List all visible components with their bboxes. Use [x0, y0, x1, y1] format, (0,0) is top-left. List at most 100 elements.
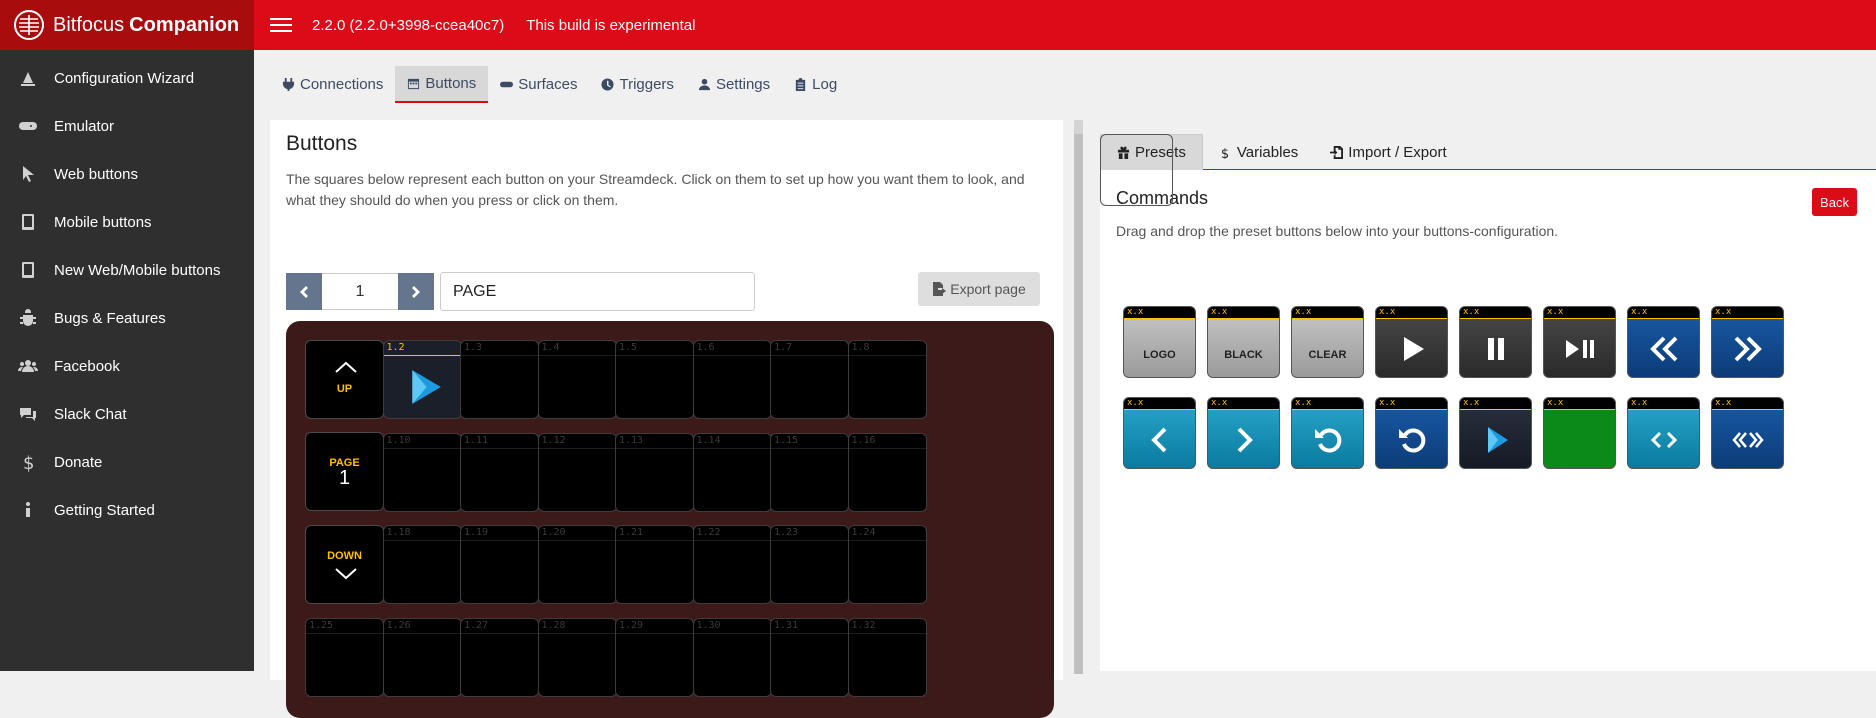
button-key[interactable]: 1.29: [615, 617, 694, 697]
button-key[interactable]: 1.15: [770, 432, 849, 512]
buttons-card: Buttons The squares below represent each…: [270, 120, 1063, 718]
button-key[interactable]: 1.31: [770, 617, 849, 697]
key-id-label: 1.22: [696, 527, 721, 538]
preset-black[interactable]: x.x BLACK: [1207, 306, 1280, 378]
hamburger-menu-icon[interactable]: [270, 14, 292, 36]
preset-play-pause[interactable]: x.x: [1543, 306, 1616, 378]
preset-id-label: x.x: [1463, 307, 1480, 317]
key-id-label: 1.19: [464, 527, 489, 538]
back-button[interactable]: Back: [1812, 188, 1857, 216]
preset-rewind-forward[interactable]: x.x: [1711, 397, 1784, 469]
tab-triggers[interactable]: Triggers: [589, 66, 685, 103]
button-key[interactable]: 1.21: [615, 525, 694, 604]
sidebar-item-mobile-buttons[interactable]: Mobile buttons: [0, 198, 254, 246]
page-up-key[interactable]: UP: [305, 340, 384, 419]
button-key[interactable]: 1.28: [537, 617, 617, 697]
tab-settings[interactable]: Settings: [686, 66, 782, 103]
brand-name: Bitfocus: [53, 13, 125, 36]
preset-pause[interactable]: x.x: [1459, 306, 1532, 378]
preset-reload[interactable]: x.x: [1375, 397, 1448, 469]
button-key[interactable]: 1.13: [615, 432, 694, 512]
prev-page-button[interactable]: [286, 273, 322, 310]
button-key[interactable]: 1.3: [460, 340, 539, 419]
page-navigator: 1 PAGE: [286, 272, 755, 311]
tab-label: Settings: [715, 76, 771, 93]
sidebar-item-label: Bugs & Features: [54, 309, 166, 327]
button-key[interactable]: 1.20: [537, 525, 617, 604]
key-id-label: 1.5: [619, 342, 638, 353]
export-label: Export page: [950, 281, 1026, 297]
next-page-button[interactable]: [398, 273, 434, 310]
sidebar-item-emulator[interactable]: Emulator: [0, 102, 254, 150]
tab-surfaces[interactable]: Surfaces: [488, 66, 589, 103]
sidebar-item-getting-started[interactable]: Getting Started: [0, 486, 254, 534]
sidebar-item-label: Emulator: [54, 117, 115, 135]
button-key[interactable]: 1.12: [537, 432, 617, 512]
button-key[interactable]: 1.14: [692, 432, 772, 512]
reload-icon: [1398, 428, 1425, 453]
button-key[interactable]: 1.25: [305, 617, 384, 697]
button-key[interactable]: 1.26: [382, 617, 462, 697]
sidebar-item-donate[interactable]: $ Donate: [0, 438, 254, 486]
preset-next[interactable]: x.x: [1207, 397, 1280, 469]
button-key[interactable]: 1.18: [382, 525, 462, 604]
button-key[interactable]: 1.6: [692, 340, 772, 419]
tab-variables[interactable]: $ Variables: [1203, 134, 1314, 170]
sidebar-item-web-buttons[interactable]: Web buttons: [0, 150, 254, 198]
sidebar-item-configuration-wizard[interactable]: Configuration Wizard: [0, 54, 254, 102]
sidebar-item-label: New Web/Mobile buttons: [54, 261, 221, 279]
button-key[interactable]: 1.32: [847, 617, 927, 697]
tab-label: Import / Export: [1348, 143, 1447, 161]
export-page-button[interactable]: Export page: [918, 272, 1040, 306]
tablet-icon: [22, 262, 34, 278]
button-key[interactable]: 1.5: [615, 340, 694, 419]
button-key[interactable]: 1.27: [460, 617, 539, 697]
preset-rewind[interactable]: x.x: [1627, 306, 1700, 378]
chevron-right-icon: [412, 285, 420, 298]
sidebar-item-slack-chat[interactable]: Slack Chat: [0, 390, 254, 438]
tab-log[interactable]: Log: [782, 66, 849, 103]
button-key[interactable]: 1.8: [847, 340, 927, 419]
sidebar-item-facebook[interactable]: Facebook: [0, 342, 254, 390]
tab-import-export[interactable]: Import / Export: [1314, 134, 1462, 170]
button-key[interactable]: 1.30: [692, 617, 772, 697]
preset-clear[interactable]: x.x CLEAR: [1291, 306, 1364, 378]
button-key[interactable]: 1.2: [382, 340, 462, 419]
page-number-key[interactable]: PAGE 1: [305, 432, 384, 511]
page-name-input[interactable]: PAGE: [440, 272, 755, 311]
button-key[interactable]: 1.24: [847, 525, 927, 604]
vertical-scrollbar[interactable]: [1074, 120, 1083, 674]
clock-icon: [601, 78, 615, 91]
preset-play[interactable]: x.x: [1375, 306, 1448, 378]
page-down-key[interactable]: DOWN: [305, 525, 384, 604]
preset-restart[interactable]: x.x: [1291, 397, 1364, 469]
preset-player-logo[interactable]: x.x: [1459, 397, 1532, 469]
button-key[interactable]: 1.16: [847, 432, 927, 512]
preset-green[interactable]: x.x: [1543, 397, 1616, 469]
brand[interactable]: Bitfocus Companion: [0, 0, 254, 50]
preset-fast-forward[interactable]: x.x: [1711, 306, 1784, 378]
svg-text:$: $: [1221, 147, 1229, 159]
button-key[interactable]: 1.11: [460, 432, 539, 512]
tab-buttons[interactable]: Buttons: [395, 66, 489, 103]
sidebar-item-new-web-mobile-buttons[interactable]: New Web/Mobile buttons: [0, 246, 254, 294]
button-key[interactable]: 1.4: [537, 340, 617, 419]
button-key[interactable]: 1.19: [460, 525, 539, 604]
scrollbar-thumb[interactable]: [1074, 134, 1083, 674]
brand-name-bold: Companion: [129, 13, 240, 36]
preset-previous[interactable]: x.x: [1123, 397, 1196, 469]
button-key[interactable]: 1.10: [382, 432, 462, 512]
preset-prev-next[interactable]: x.x: [1627, 397, 1700, 469]
button-key[interactable]: 1.22: [692, 525, 772, 604]
key-id-label: 1.30: [696, 619, 721, 631]
preset-logo[interactable]: x.x LOGO: [1123, 306, 1196, 378]
page-number-input[interactable]: 1: [322, 273, 398, 310]
clipboard-icon: [795, 78, 806, 91]
presets-card: Presets $ Variables Import / Export Comma…: [1100, 134, 1876, 671]
chevron-left-icon: [300, 285, 308, 298]
button-key[interactable]: 1.7: [770, 340, 849, 419]
chevron-down-icon: [335, 568, 357, 580]
sidebar-item-bugs-features[interactable]: Bugs & Features: [0, 294, 254, 342]
tab-connections[interactable]: Connections: [270, 66, 395, 103]
button-key[interactable]: 1.23: [770, 525, 849, 604]
